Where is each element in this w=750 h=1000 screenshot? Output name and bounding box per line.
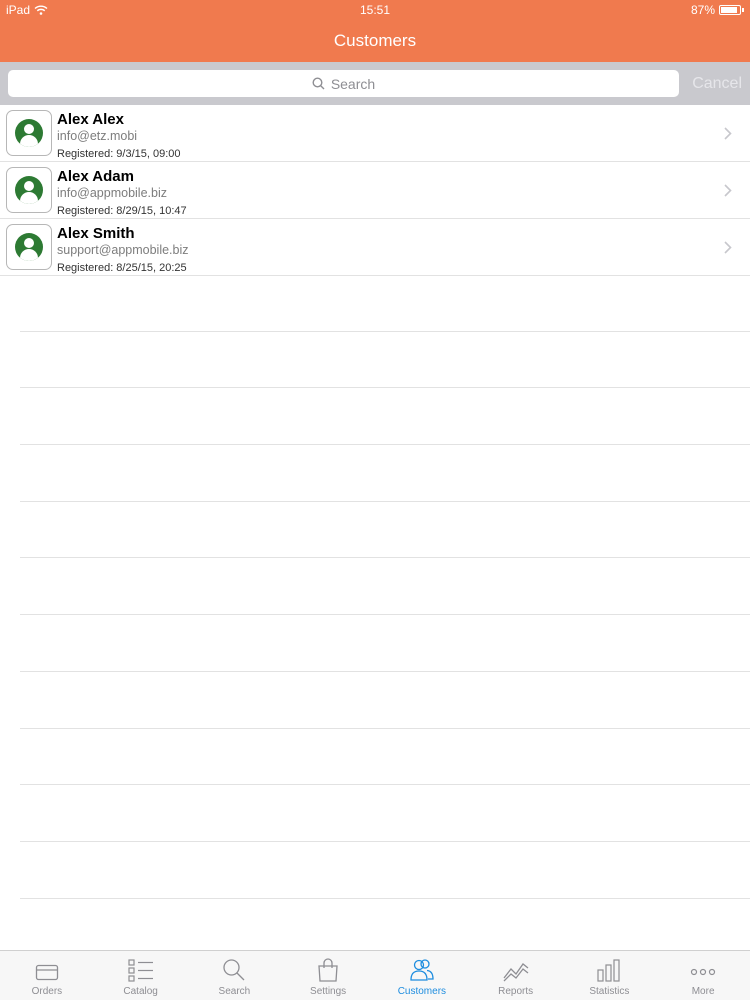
user-icon — [15, 176, 43, 204]
chevron-right-icon — [724, 127, 732, 140]
avatar — [6, 110, 52, 156]
customer-email: info@etz.mobi — [57, 129, 138, 143]
separator — [20, 615, 750, 672]
ellipsis-icon — [691, 968, 716, 976]
customer-row[interactable]: Alex Alex info@etz.mobi Registered: 9/3/… — [0, 105, 750, 162]
avatar — [6, 224, 52, 270]
customer-email: info@appmobile.biz — [57, 186, 167, 200]
customer-name: Alex Smith — [57, 225, 135, 242]
customer-row[interactable]: Alex Smith support@appmobile.biz Registe… — [0, 219, 750, 276]
battery-icon — [719, 5, 741, 15]
tab-orders[interactable]: Orders — [0, 951, 94, 1000]
user-icon — [15, 119, 43, 147]
tab-more[interactable]: More — [656, 951, 750, 1000]
tab-label: More — [691, 986, 715, 997]
search-icon — [312, 77, 325, 90]
tab-search[interactable]: Search — [188, 951, 282, 1000]
chevron-right-icon — [724, 184, 732, 197]
tab-label: Settings — [310, 986, 347, 997]
search-icon — [223, 959, 245, 981]
chevron-right-icon — [724, 241, 732, 254]
card-icon — [35, 964, 59, 981]
bag-icon — [318, 958, 338, 982]
page-title: Customers — [333, 31, 417, 50]
tab-customers[interactable]: Customers — [375, 951, 469, 1000]
customer-registered: Registered: 8/25/15, 20:25 — [57, 262, 187, 274]
tab-statistics[interactable]: Statistics — [563, 951, 657, 1000]
user-icon — [15, 233, 43, 261]
separator — [20, 445, 750, 502]
tab-label: Statistics — [589, 986, 630, 997]
tab-bar: Orders Catalog Search Settings Customers… — [0, 950, 750, 1000]
separator — [20, 842, 750, 899]
customer-name: Alex Adam — [57, 168, 134, 185]
separator — [20, 502, 750, 559]
navigation-header: iPad 15:51 87% Customers — [0, 0, 750, 62]
status-time: 15:51 — [359, 3, 391, 17]
users-icon — [410, 959, 434, 981]
tab-settings[interactable]: Settings — [281, 951, 375, 1000]
separator — [20, 388, 750, 446]
separator — [20, 785, 750, 842]
separator — [20, 672, 750, 729]
search-bar: Search Cancel — [0, 62, 750, 105]
separator — [20, 332, 750, 389]
battery-percent: 87% — [690, 3, 715, 17]
customer-registered: Registered: 8/29/15, 10:47 — [57, 205, 187, 217]
search-input[interactable]: Search — [8, 70, 679, 97]
customer-email: support@appmobile.biz — [57, 243, 189, 257]
tab-label: Orders — [31, 986, 63, 997]
customer-name: Alex Alex — [57, 111, 124, 128]
tab-reports[interactable]: Reports — [469, 951, 563, 1000]
empty-row-separators — [20, 275, 750, 956]
bar-chart-icon — [597, 959, 620, 982]
tab-label: Customers — [397, 986, 447, 997]
customer-list: Alex Alex info@etz.mobi Registered: 9/3/… — [0, 105, 750, 276]
avatar — [6, 167, 52, 213]
search-placeholder: Search — [330, 75, 376, 92]
checklist-icon — [128, 959, 153, 982]
separator — [20, 899, 750, 956]
cancel-button[interactable]: Cancel — [692, 75, 742, 93]
tab-catalog[interactable]: Catalog — [94, 951, 188, 1000]
status-right: 87% — [691, 3, 744, 17]
customer-registered: Registered: 9/3/15, 09:00 — [57, 148, 181, 160]
separator — [20, 275, 750, 332]
tab-label: Search — [218, 986, 251, 997]
tab-label: Reports — [498, 986, 534, 997]
tab-label: Catalog — [123, 986, 158, 997]
separator — [20, 729, 750, 786]
customer-row[interactable]: Alex Adam info@appmobile.biz Registered:… — [0, 162, 750, 219]
separator — [20, 558, 750, 616]
trend-icon — [503, 963, 529, 982]
